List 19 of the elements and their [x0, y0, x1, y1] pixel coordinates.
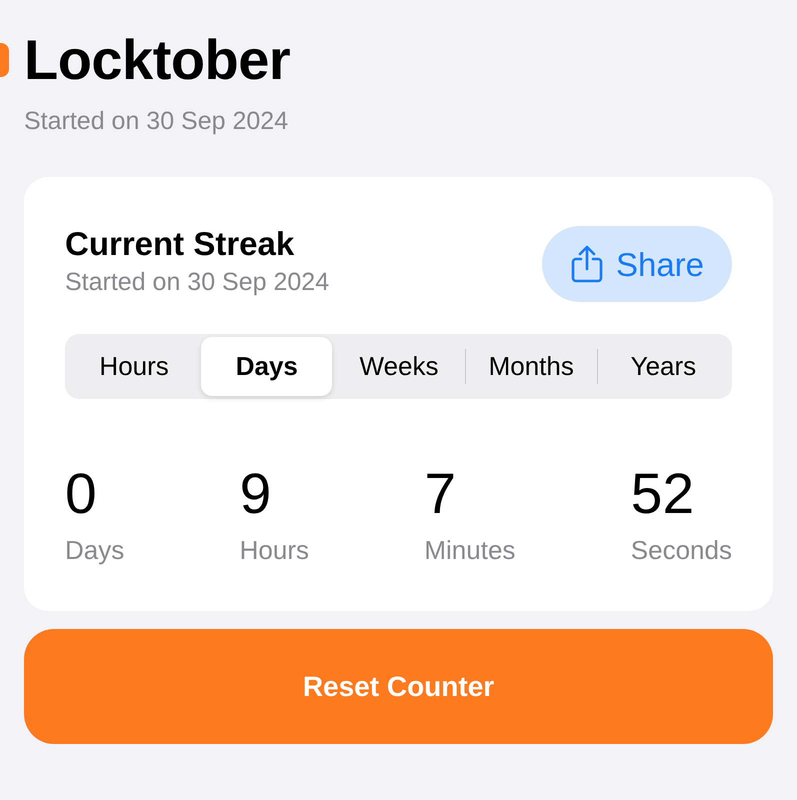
card-subtitle: Started on 30 Sep 2024: [65, 267, 330, 297]
page-title: Locktober: [24, 28, 290, 92]
unit-tab[interactable]: Months: [466, 337, 597, 396]
unit-tab[interactable]: Years: [598, 337, 730, 396]
counter-value: 0: [65, 463, 97, 525]
unit-tab[interactable]: Days: [201, 337, 332, 396]
counter-unit: Seconds: [630, 535, 732, 565]
unit-tab[interactable]: Weeks: [333, 337, 465, 396]
counter-value: 52: [630, 463, 694, 525]
counter-value: 7: [424, 463, 456, 525]
counter-unit: Minutes: [424, 535, 516, 565]
counter-unit: Hours: [240, 535, 309, 565]
app-tile-icon: [0, 43, 9, 77]
counter-value: 9: [240, 463, 272, 525]
unit-tab[interactable]: Hours: [68, 337, 200, 396]
page-subtitle: Started on 30 Sep 2024: [24, 106, 288, 136]
counter-unit: Days: [65, 535, 124, 565]
card-title: Current Streak: [65, 225, 294, 263]
share-icon: [570, 245, 604, 283]
